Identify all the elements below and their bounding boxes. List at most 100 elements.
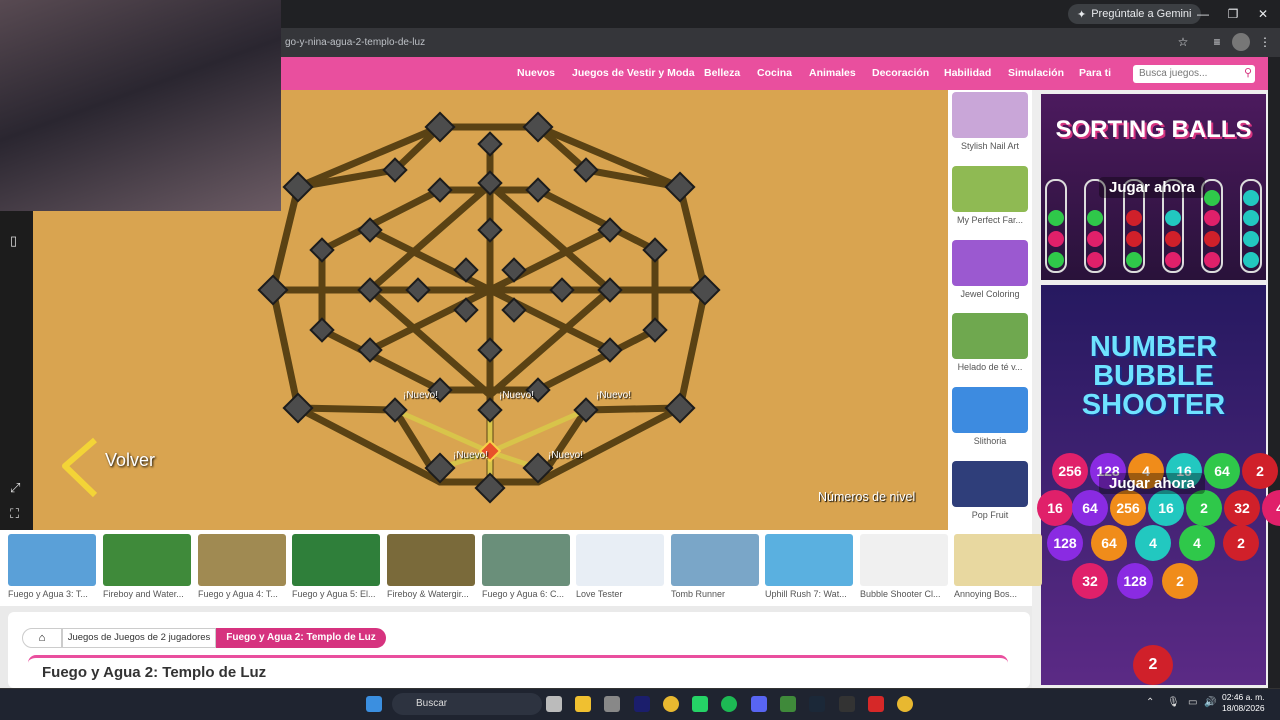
- app-icon[interactable]: [868, 696, 884, 712]
- maximize-button[interactable]: ❐: [1223, 4, 1243, 24]
- number-bubble: 32: [1224, 490, 1260, 526]
- related-game-tile[interactable]: Fireboy & Watergir...: [387, 534, 475, 599]
- whatsapp-icon[interactable]: [692, 696, 708, 712]
- related-game-tile[interactable]: Fireboy and Water...: [103, 534, 191, 599]
- game-thumbnail: [952, 240, 1028, 286]
- epic-games-icon[interactable]: [839, 696, 855, 712]
- back-button[interactable]: Volver: [105, 450, 155, 471]
- game-thumbnail: [292, 534, 380, 586]
- chrome-icon[interactable]: [663, 696, 679, 712]
- game-thumbnail: [952, 313, 1028, 359]
- related-game-tile[interactable]: Fuego y Agua 6: C...: [482, 534, 570, 599]
- search-icon[interactable]: ⚲: [1244, 66, 1252, 79]
- number-bubble: 256: [1052, 453, 1088, 489]
- game-thumbnail: [765, 534, 853, 586]
- nav-para-ti[interactable]: Para ti: [1079, 67, 1111, 79]
- menu-icon[interactable]: ⋮: [1256, 33, 1274, 51]
- game-label: My Perfect Far...: [956, 215, 1023, 225]
- close-button[interactable]: ✕: [1253, 4, 1273, 24]
- number-bubble: 4: [1135, 525, 1171, 561]
- gemini-button[interactable]: ✦ Pregúntale a Gemini: [1068, 4, 1201, 24]
- clock[interactable]: 02:46 a. m. 18/08/2026: [1222, 692, 1265, 714]
- side-game-tile[interactable]: My Perfect Far...: [952, 166, 1028, 225]
- search-input[interactable]: Busca juegos... ⚲: [1133, 65, 1255, 83]
- gemini-label: Pregúntale a Gemini: [1091, 8, 1192, 20]
- profile-avatar[interactable]: [1232, 33, 1250, 51]
- play-now-button[interactable]: Jugar ahora: [1099, 473, 1205, 494]
- app-icon[interactable]: [604, 696, 620, 712]
- ad-title-line: NUMBER: [1089, 331, 1218, 363]
- level-new-badge: ¡Nuevo!: [596, 390, 632, 401]
- game-label: Fuego y Agua 3: T...: [8, 589, 88, 599]
- task-view-icon[interactable]: [546, 696, 562, 712]
- url-text[interactable]: go-y-nina-agua-2-templo-de-luz: [285, 37, 425, 48]
- nav-simulacion[interactable]: Simulación: [1008, 67, 1064, 79]
- related-game-tile[interactable]: Fuego y Agua 3: T...: [8, 534, 96, 599]
- discord-icon[interactable]: [751, 696, 767, 712]
- play-now-button[interactable]: Jugar ahora: [1099, 177, 1205, 198]
- game-thumbnail: [8, 534, 96, 586]
- expand-icon[interactable]: ⤢: [10, 480, 20, 496]
- game-thumbnail: [952, 461, 1028, 507]
- premiere-icon[interactable]: [634, 696, 650, 712]
- game-thumbnail: [576, 534, 664, 586]
- related-game-tile[interactable]: Uphill Rush 7: Wat...: [765, 534, 853, 599]
- tray-overflow-icon[interactable]: ⌃: [1146, 697, 1154, 708]
- side-game-tile[interactable]: Jewel Coloring: [952, 240, 1028, 299]
- level-new-badge: ¡Nuevo!: [453, 450, 489, 461]
- related-game-tile[interactable]: Bubble Shooter Cl...: [860, 534, 948, 599]
- steam-icon[interactable]: [809, 696, 825, 712]
- level-new-badge: ¡Nuevo!: [499, 390, 535, 401]
- side-game-tile[interactable]: Slithoria: [952, 387, 1028, 446]
- number-bubble: 16: [1148, 490, 1184, 526]
- nav-belleza[interactable]: Belleza: [704, 67, 740, 79]
- bookmark-star-icon[interactable]: ☆: [1174, 33, 1192, 51]
- breadcrumb-home[interactable]: ⌂: [22, 628, 62, 648]
- level-numbers-toggle[interactable]: Números de nivel: [818, 490, 915, 504]
- nav-animales[interactable]: Animales: [809, 67, 856, 79]
- related-game-tile[interactable]: Love Tester: [576, 534, 664, 599]
- level-new-badge: ¡Nuevo!: [403, 390, 439, 401]
- related-game-tile[interactable]: Fuego y Agua 5: El...: [292, 534, 380, 599]
- level-new-badge: ¡Nuevo!: [548, 450, 584, 461]
- side-game-tile[interactable]: Pop Fruit: [952, 461, 1028, 520]
- nav-vestir[interactable]: Juegos de Vestir y Moda: [572, 67, 695, 79]
- mobile-icon[interactable]: ▯: [10, 233, 17, 249]
- game-thumbnail: [952, 387, 1028, 433]
- number-bubble: 128: [1047, 525, 1083, 561]
- side-game-tile[interactable]: Stylish Nail Art: [952, 92, 1028, 151]
- number-bubble: 2: [1186, 490, 1222, 526]
- game-thumbnail: [482, 534, 570, 586]
- reading-list-icon[interactable]: ≡: [1208, 33, 1226, 51]
- nav-decoracion[interactable]: Decoración: [872, 67, 929, 79]
- game-label: Slithoria: [973, 436, 1007, 446]
- number-bubble: 16: [1037, 490, 1073, 526]
- minecraft-icon[interactable]: [780, 696, 796, 712]
- nav-nuevos[interactable]: Nuevos: [517, 67, 555, 79]
- ad-number-bubble-shooter[interactable]: NUMBER BUBBLE SHOOTER 256 128 4 16 64 2 16 64 25…: [1037, 285, 1280, 685]
- file-explorer-icon[interactable]: [575, 696, 591, 712]
- game-thumbnail: [954, 534, 1042, 586]
- chrome-active-icon[interactable]: [897, 696, 913, 712]
- ad-sorting-balls[interactable]: SORTING BALLS Jugar ahora: [1041, 94, 1266, 280]
- related-game-tile[interactable]: Annoying Bos...: [954, 534, 1042, 599]
- related-game-tile[interactable]: Tomb Runner: [671, 534, 759, 599]
- taskbar-search[interactable]: Buscar: [392, 693, 542, 715]
- fullscreen-icon[interactable]: ⛶: [10, 506, 19, 522]
- taskbar-search-label: Buscar: [416, 698, 448, 709]
- nav-cocina[interactable]: Cocina: [757, 67, 792, 79]
- game-label: Fuego y Agua 5: El...: [292, 589, 376, 599]
- network-icon[interactable]: ▭: [1188, 697, 1197, 708]
- spotify-icon[interactable]: [721, 696, 737, 712]
- windows-start-icon[interactable]: [366, 696, 382, 712]
- minimize-button[interactable]: —: [1193, 4, 1213, 24]
- volume-icon[interactable]: 🔊: [1204, 697, 1216, 708]
- microphone-icon[interactable]: 🎙: [1167, 697, 1180, 708]
- game-label: Fireboy & Watergir...: [387, 589, 469, 599]
- related-game-tile[interactable]: Fuego y Agua 4: T...: [198, 534, 286, 599]
- side-game-tile[interactable]: Helado de té v...: [952, 313, 1028, 372]
- game-label: Fireboy and Water...: [103, 589, 184, 599]
- breadcrumb-category[interactable]: Juegos de Juegos de 2 jugadores: [62, 628, 216, 648]
- game-label: Annoying Bos...: [954, 589, 1018, 599]
- nav-habilidad[interactable]: Habilidad: [944, 67, 991, 79]
